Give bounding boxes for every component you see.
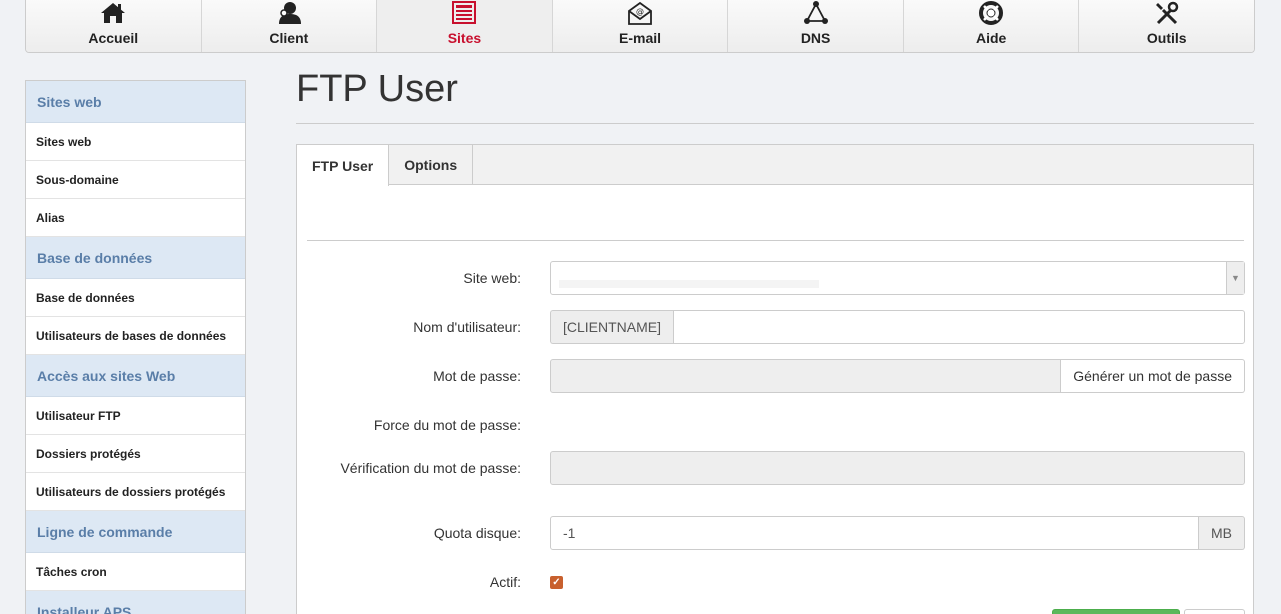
nav-label: Outils [1146,30,1187,46]
tab-bar: FTP User Options [297,145,1253,186]
generate-password-button[interactable]: Générer un mot de passe [1061,359,1245,393]
sidebar: Sites web Sites web Sous-domaine Alias B… [25,80,246,614]
nav-label: Aide [976,30,1007,46]
quota-unit: MB [1199,516,1245,550]
nav-item-client[interactable]: Client [201,0,378,52]
sidebar-item-utilisateurs-bdd[interactable]: Utilisateurs de bases de données [26,317,245,355]
tab-options[interactable]: Options [389,145,474,184]
nav-label: Client [269,30,309,46]
cancel-button[interactable] [1184,609,1245,614]
nav-item-sites[interactable]: Sites [377,0,553,52]
site-web-value [559,280,819,288]
save-button[interactable] [1052,609,1180,614]
quota-input[interactable]: -1 [550,516,1199,550]
quota-label: Quota disque: [433,525,521,541]
sidebar-section-ligne-de-commande: Ligne de commande [26,511,245,553]
user-icon [276,0,302,26]
form-divider [307,240,1244,241]
sidebar-section-installeur-aps: Installeur APS [26,591,245,614]
username-prefix: [CLIENTNAME] [550,310,674,344]
password-row: Mot de passe: Générer un mot de passe [297,359,1255,393]
sidebar-item-alias[interactable]: Alias [26,199,245,237]
password-input[interactable] [550,359,1062,393]
nav-label: Sites [447,30,482,46]
verify-password-label: Vérification du mot de passe: [340,460,521,476]
sidebar-section-base-de-donnees: Base de données [26,237,245,279]
active-label: Actif: [489,574,521,590]
sidebar-item-sous-domaine[interactable]: Sous-domaine [26,161,245,199]
lifebuoy-icon [978,0,1004,26]
password-strength-row: Force du mot de passe: [297,415,1255,435]
svg-text:@: @ [636,7,644,16]
password-strength-label: Force du mot de passe: [373,417,521,433]
username-input[interactable] [673,310,1245,344]
sites-icon [451,0,477,26]
sidebar-item-taches-cron[interactable]: Tâches cron [26,553,245,591]
nav-item-dns[interactable]: DNS [728,0,904,52]
sidebar-section-acces-sites-web: Accès aux sites Web [26,355,245,397]
verify-password-row: Vérification du mot de passe: [297,451,1255,485]
nav-item-outils[interactable]: Outils [1079,0,1254,52]
page-title: FTP User [296,68,458,110]
username-row: Nom d'utilisateur: [CLIENTNAME] [297,310,1255,344]
site-web-select[interactable]: ▼ [550,261,1245,295]
site-web-label: Site web: [463,270,521,286]
nav-label: Accueil [88,30,139,46]
password-label: Mot de passe: [433,368,521,384]
nav-item-aide[interactable]: Aide [903,0,1080,52]
username-label: Nom d'utilisateur: [413,319,521,335]
nav-item-email[interactable]: @ E-mail [552,0,729,52]
sidebar-item-base-de-donnees[interactable]: Base de données [26,279,245,317]
active-checkbox[interactable]: ✓ [550,575,563,589]
home-icon [100,0,126,26]
site-web-row: Site web: ▼ [297,261,1255,295]
mail-icon: @ [627,0,653,26]
form-panel: FTP User Options Site web: ▼ Nom d'utili… [296,144,1254,614]
sidebar-item-utilisateurs-dossiers-proteges[interactable]: Utilisateurs de dossiers protégés [26,473,245,511]
title-divider [296,123,1254,124]
top-navigation: Accueil Client Sites @ E-mail DNS Aide O… [25,0,1255,53]
nav-label: DNS [800,30,831,46]
nav-item-accueil[interactable]: Accueil [26,0,202,52]
tools-icon [1154,0,1180,26]
sidebar-section-sites-web: Sites web [26,81,245,123]
chevron-down-icon: ▼ [1226,262,1244,294]
quota-row: Quota disque: -1 MB [297,516,1255,550]
verify-password-input[interactable] [550,451,1245,485]
sidebar-item-sites-web[interactable]: Sites web [26,123,245,161]
dns-icon [803,0,829,26]
nav-label: E-mail [619,30,662,46]
active-row: Actif: ✓ [297,572,1255,592]
sidebar-item-dossiers-proteges[interactable]: Dossiers protégés [26,435,245,473]
sidebar-item-utilisateur-ftp[interactable]: Utilisateur FTP [26,397,245,435]
tab-ftp-user[interactable]: FTP User [297,145,390,186]
